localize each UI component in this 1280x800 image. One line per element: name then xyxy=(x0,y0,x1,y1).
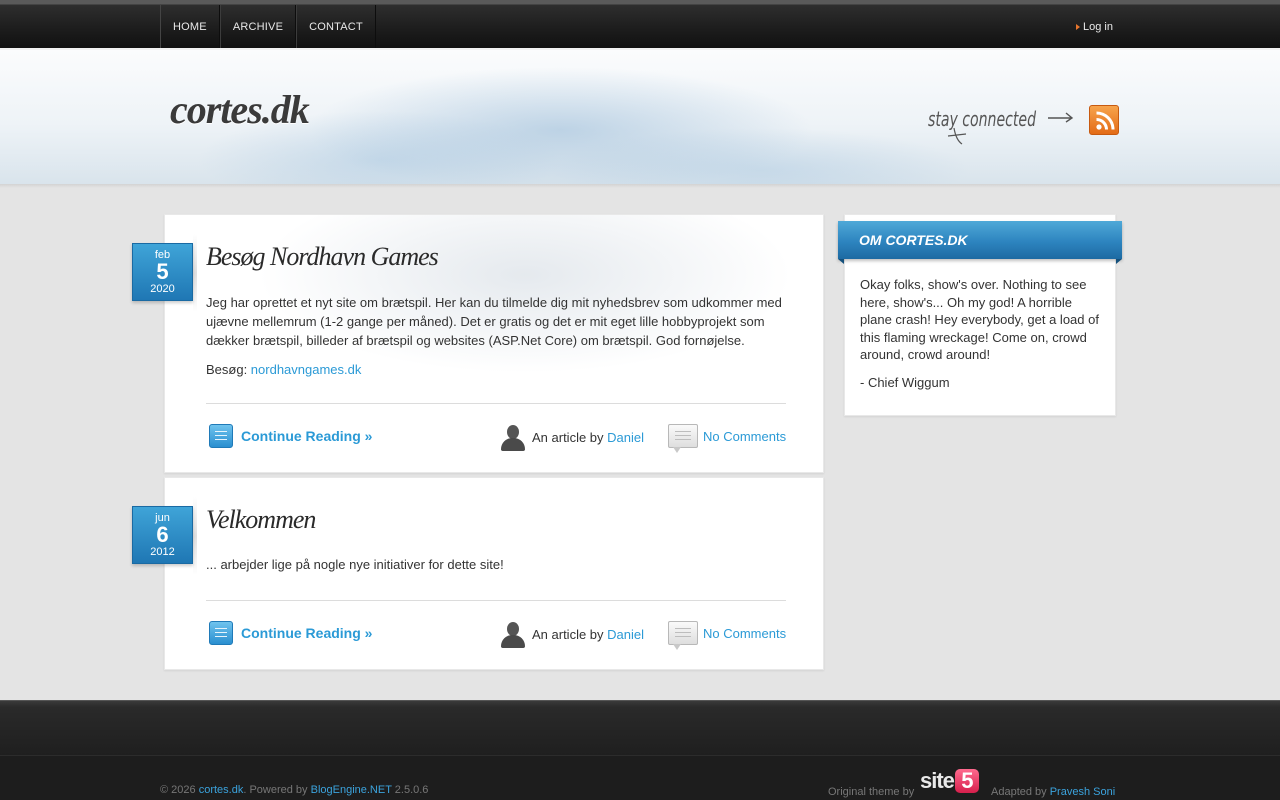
sidebar-about-widget: OM CORTES.DK Okay folks, show's over. No… xyxy=(838,214,1122,416)
arrow-icon xyxy=(1048,112,1074,123)
visit-label: Besøg: xyxy=(206,362,251,377)
widget-text: Okay folks, show's over. Nothing to see … xyxy=(860,277,1099,362)
post-comments: No Comments xyxy=(668,424,786,453)
original-theme-label: Original theme by xyxy=(828,786,915,798)
post-comments: No Comments xyxy=(668,621,786,650)
continue-reading-link[interactable]: Continue Reading » xyxy=(209,424,372,448)
rss-feed-icon[interactable] xyxy=(1089,105,1119,135)
post-date-badge: jun 6 2012 xyxy=(132,497,197,575)
main-nav: HOME ARCHIVE CONTACT xyxy=(160,5,376,48)
post-date-day: 5 xyxy=(156,259,169,284)
footer-band xyxy=(0,700,1280,755)
site5-logo[interactable]: site 5 xyxy=(920,768,984,796)
adapted-by-label: Adapted by xyxy=(991,786,1050,798)
nav-contact-link[interactable]: CONTACT xyxy=(296,5,376,48)
post-title-link[interactable]: Besøg Nordhavn Games xyxy=(206,242,439,272)
continue-reading-label: Continue Reading » xyxy=(241,428,373,444)
author-prefix: An article by xyxy=(532,429,604,445)
nav-archive-link[interactable]: ARCHIVE xyxy=(219,5,297,48)
post-divider xyxy=(206,403,786,404)
document-icon xyxy=(209,621,233,645)
author-avatar-icon xyxy=(500,620,526,648)
post-date-badge: feb 5 2020 xyxy=(132,234,197,312)
post-date-year: 2020 xyxy=(150,283,175,295)
powered-by-label: . Powered by xyxy=(243,784,311,796)
login-link[interactable]: Log in xyxy=(1083,21,1113,33)
comments-link[interactable]: No Comments xyxy=(703,626,786,641)
copyright-prefix: © 2026 xyxy=(160,784,199,796)
rss-glyph-icon xyxy=(1096,111,1115,130)
post-paragraph: Jeg har oprettet et nyt site om brætspil… xyxy=(206,295,782,348)
top-nav-bar: HOME ARCHIVE CONTACT Log in xyxy=(0,0,1280,50)
post-date-year: 2012 xyxy=(150,546,175,558)
stay-connected-text: stay connected xyxy=(928,107,1036,131)
site5-logo-num: 5 xyxy=(954,769,979,793)
widget-body: Okay folks, show's over. Nothing to see … xyxy=(860,276,1104,401)
post-article: jun 6 2012 Velkommen ... arbejder lige p… xyxy=(132,477,824,670)
comments-link[interactable]: No Comments xyxy=(703,429,786,444)
widget-quote-author: - Chief Wiggum xyxy=(860,374,950,390)
post-title-link[interactable]: Velkommen xyxy=(206,505,316,535)
post-paragraph: ... arbejder lige på nogle nye initiativ… xyxy=(206,557,504,572)
post-author: An article by Daniel xyxy=(500,423,644,451)
engine-version: 2.5.0.6 xyxy=(391,784,429,796)
login-area: Log in xyxy=(1076,21,1113,33)
site-title-link[interactable]: cortes.dk xyxy=(170,86,310,133)
post-body: Jeg har oprettet et nyt site om brætspil… xyxy=(206,293,791,389)
arrow-right-icon xyxy=(1076,24,1080,30)
author-link[interactable]: Daniel xyxy=(607,430,644,445)
author-prefix: An article by xyxy=(532,626,604,642)
nav-home-link[interactable]: HOME xyxy=(160,5,220,48)
continue-reading-link[interactable]: Continue Reading » xyxy=(209,621,372,645)
comment-bubble-icon xyxy=(668,621,698,650)
post-date-day: 6 xyxy=(156,522,169,547)
post-author: An article by Daniel xyxy=(500,620,644,648)
nordhavngames-link[interactable]: nordhavngames.dk xyxy=(251,362,362,377)
footer: © 2026 cortes.dk. Powered by BlogEngine.… xyxy=(0,755,1280,800)
document-icon xyxy=(209,424,233,448)
stay-connected-graphic: stay connected xyxy=(928,107,1074,145)
footer-copyright: © 2026 cortes.dk. Powered by BlogEngine.… xyxy=(160,784,428,796)
author-avatar-icon xyxy=(500,423,526,451)
post-visit-line: Besøg: nordhavngames.dk xyxy=(206,360,791,379)
footer-credits: Original theme by site 5 Adapted by Prave… xyxy=(828,768,1116,798)
author-link[interactable]: Daniel xyxy=(607,627,644,642)
post-body: ... arbejder lige på nogle nye initiativ… xyxy=(206,555,791,584)
site5-logo-text: site xyxy=(920,768,955,793)
blogengine-link[interactable]: BlogEngine.NET xyxy=(311,784,392,796)
site-header: cortes.dk stay connected xyxy=(0,50,1280,188)
adapted-by: Adapted by Pravesh Soni xyxy=(991,786,1115,798)
footer-site-link[interactable]: cortes.dk xyxy=(199,784,244,796)
adapter-link[interactable]: Pravesh Soni xyxy=(1050,786,1115,798)
comment-bubble-icon xyxy=(668,424,698,453)
post-article: feb 5 2020 Besøg Nordhavn Games Jeg har … xyxy=(132,214,824,473)
continue-reading-label: Continue Reading » xyxy=(241,625,373,641)
widget-title: OM CORTES.DK xyxy=(838,221,1122,264)
post-divider xyxy=(206,600,786,601)
